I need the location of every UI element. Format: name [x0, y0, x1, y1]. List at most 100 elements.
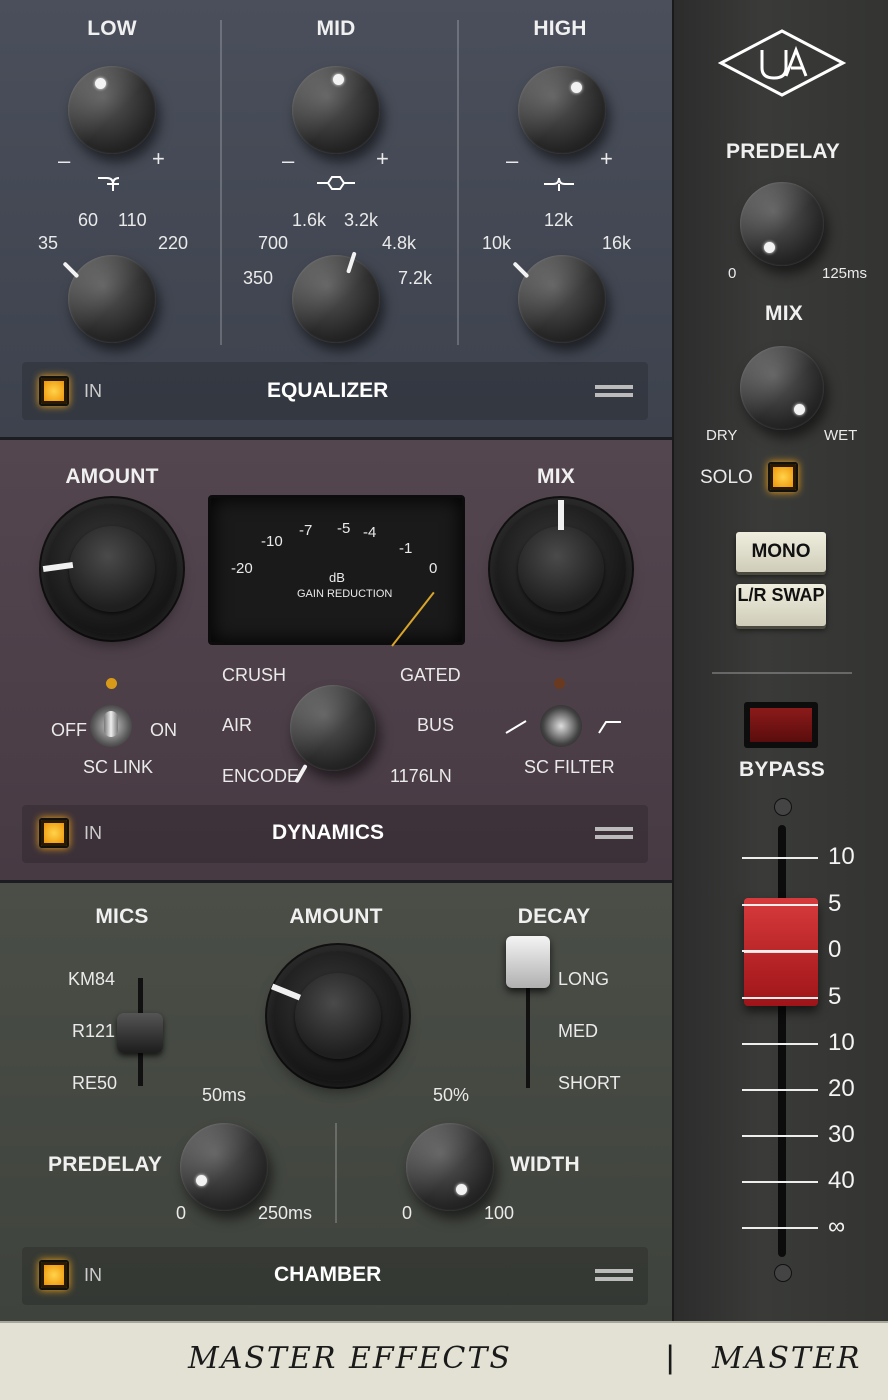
chamber-width-label: WIDTH: [510, 1153, 580, 1176]
side-divider: [712, 672, 852, 674]
eq-mid-minus: –: [282, 148, 295, 173]
mode-air[interactable]: AIR: [222, 715, 252, 736]
knob-indicator: [794, 404, 805, 415]
eq-mid-freq-1-6k: 1.6k: [292, 210, 327, 230]
sc-link-toggle[interactable]: [90, 705, 132, 747]
footer-separator: |: [666, 1339, 675, 1375]
fader-scale-line: [742, 1089, 818, 1091]
fader-scale-label: 20: [828, 1075, 855, 1102]
mode-gated[interactable]: GATED: [400, 665, 461, 686]
knob-indicator: [196, 1175, 207, 1186]
knob-highlight: [180, 1123, 268, 1211]
eq-low-minus: –: [58, 148, 71, 173]
fader-scale-line: [742, 950, 818, 952]
fader-scale-label: 10: [828, 1029, 855, 1056]
eq-mid-freq-7-2k: 7.2k: [398, 268, 433, 288]
lr-swap-button[interactable]: L/R SWAP: [736, 584, 826, 626]
mode-bus[interactable]: BUS: [417, 715, 454, 736]
meter-unit: dB: [329, 570, 345, 585]
eq-mid-freq-350: 350: [243, 268, 274, 288]
knob-cap: [518, 526, 604, 612]
eq-high-gain-knob[interactable]: [518, 66, 606, 154]
knob-highlight: [740, 346, 824, 430]
chamber-menu-icon[interactable]: [595, 1269, 633, 1273]
mic-km84[interactable]: KM84: [68, 969, 115, 990]
dynamics-in-led[interactable]: [39, 818, 69, 848]
decay-med[interactable]: MED: [558, 1021, 598, 1042]
eq-low-freq-knob[interactable]: [62, 255, 156, 343]
side-predelay-max: 125ms: [822, 265, 868, 282]
mode-1176ln[interactable]: 1176LN: [390, 766, 452, 787]
master-fader-cap[interactable]: [744, 898, 818, 1006]
knob-highlight: [406, 1123, 494, 1211]
decay-switch-handle[interactable]: [506, 936, 550, 988]
chamber-predelay-knob[interactable]: [180, 1123, 268, 1211]
dynamics-menu-icon[interactable]: [595, 827, 633, 831]
side-mix-wet: WET: [824, 427, 858, 444]
chamber-footer: IN CHAMBER: [22, 1247, 648, 1305]
knob-indicator: [95, 78, 106, 89]
dyn-mix-knob[interactable]: [496, 500, 626, 634]
predelay-mid: 50ms: [202, 1085, 247, 1105]
knob-highlight: [518, 66, 606, 154]
eq-low-gain-knob[interactable]: [68, 66, 156, 154]
eq-low-freq-60: 60: [78, 210, 99, 230]
bypass-button[interactable]: [744, 702, 818, 748]
side-predelay-knob[interactable]: [740, 182, 824, 266]
side-predelay-label: PREDELAY: [725, 140, 841, 163]
chamber-title: CHAMBER: [274, 1263, 382, 1286]
decay-long[interactable]: LONG: [558, 969, 609, 990]
dyn-amount-label: AMOUNT: [65, 465, 159, 488]
eq-high-plus: +: [600, 146, 613, 171]
eq-mid-freq-knob[interactable]: [292, 251, 380, 343]
equalizer-menu-icon[interactable]: [595, 385, 633, 389]
equalizer-footer: IN EQUALIZER: [22, 362, 648, 420]
eq-divider: [220, 20, 222, 345]
meter-needle: [391, 591, 435, 647]
decay-short[interactable]: SHORT: [558, 1073, 621, 1094]
sc-link-off: OFF: [51, 720, 87, 740]
footer-right-label: MASTER: [712, 1341, 862, 1376]
eq-mid-title: MID: [316, 17, 356, 40]
dyn-mix-label: MIX: [537, 465, 575, 488]
dyn-amount-knob[interactable]: [42, 504, 177, 634]
ua-logo-icon: [718, 29, 846, 97]
mono-button[interactable]: MONO: [736, 532, 826, 572]
equalizer-in-led[interactable]: [39, 376, 69, 406]
chamber-in-led[interactable]: [39, 1260, 69, 1290]
meter-scale-minus10: -10: [261, 533, 283, 550]
fader-scale-line: [742, 1135, 818, 1137]
chamber-amount-knob[interactable]: [270, 951, 403, 1081]
side-mix-knob[interactable]: [740, 346, 824, 430]
knob-indicator: [558, 500, 564, 530]
dyn-mode-knob[interactable]: [290, 685, 376, 784]
mic-re50[interactable]: RE50: [72, 1073, 117, 1094]
eq-mid-gain-knob[interactable]: [292, 66, 380, 154]
sc-link-on: ON: [150, 720, 177, 740]
mode-encode[interactable]: ENCODE: [222, 766, 299, 787]
solo-led[interactable]: [768, 462, 798, 492]
mic-r121[interactable]: R121: [72, 1021, 115, 1042]
eq-low-freq-220: 220: [158, 233, 189, 253]
eq-low-freq-35: 35: [38, 233, 59, 253]
chamber-amount-label: AMOUNT: [289, 905, 383, 928]
footer-bar: MASTER EFFECTS | MASTER: [0, 1321, 888, 1400]
fader-scale-label: 40: [828, 1167, 855, 1194]
knob-cap: [69, 526, 155, 612]
fader-scale-label: 5: [828, 983, 842, 1010]
sc-filter-led: [554, 678, 565, 689]
sc-link-label: SC LINK: [83, 757, 154, 777]
master-side-strip: PREDELAY 0 125ms MIX DRY WET SOLO MONO L…: [672, 0, 888, 1321]
mic-selector-handle[interactable]: [117, 1013, 163, 1053]
mode-crush[interactable]: CRUSH: [222, 665, 286, 686]
eq-high-freq-knob[interactable]: [512, 255, 606, 343]
fader-scale-line: [742, 997, 818, 999]
chamber-divider: [335, 1123, 337, 1223]
chamber-width-knob[interactable]: [406, 1123, 494, 1211]
bypass-lamp: [750, 708, 812, 742]
dynamics-title: DYNAMICS: [272, 821, 385, 844]
sc-filter-switch[interactable]: [540, 705, 582, 747]
meter-scale-minus20: -20: [231, 560, 253, 577]
knob-highlight: [518, 255, 606, 343]
solo-label: SOLO: [700, 467, 753, 488]
